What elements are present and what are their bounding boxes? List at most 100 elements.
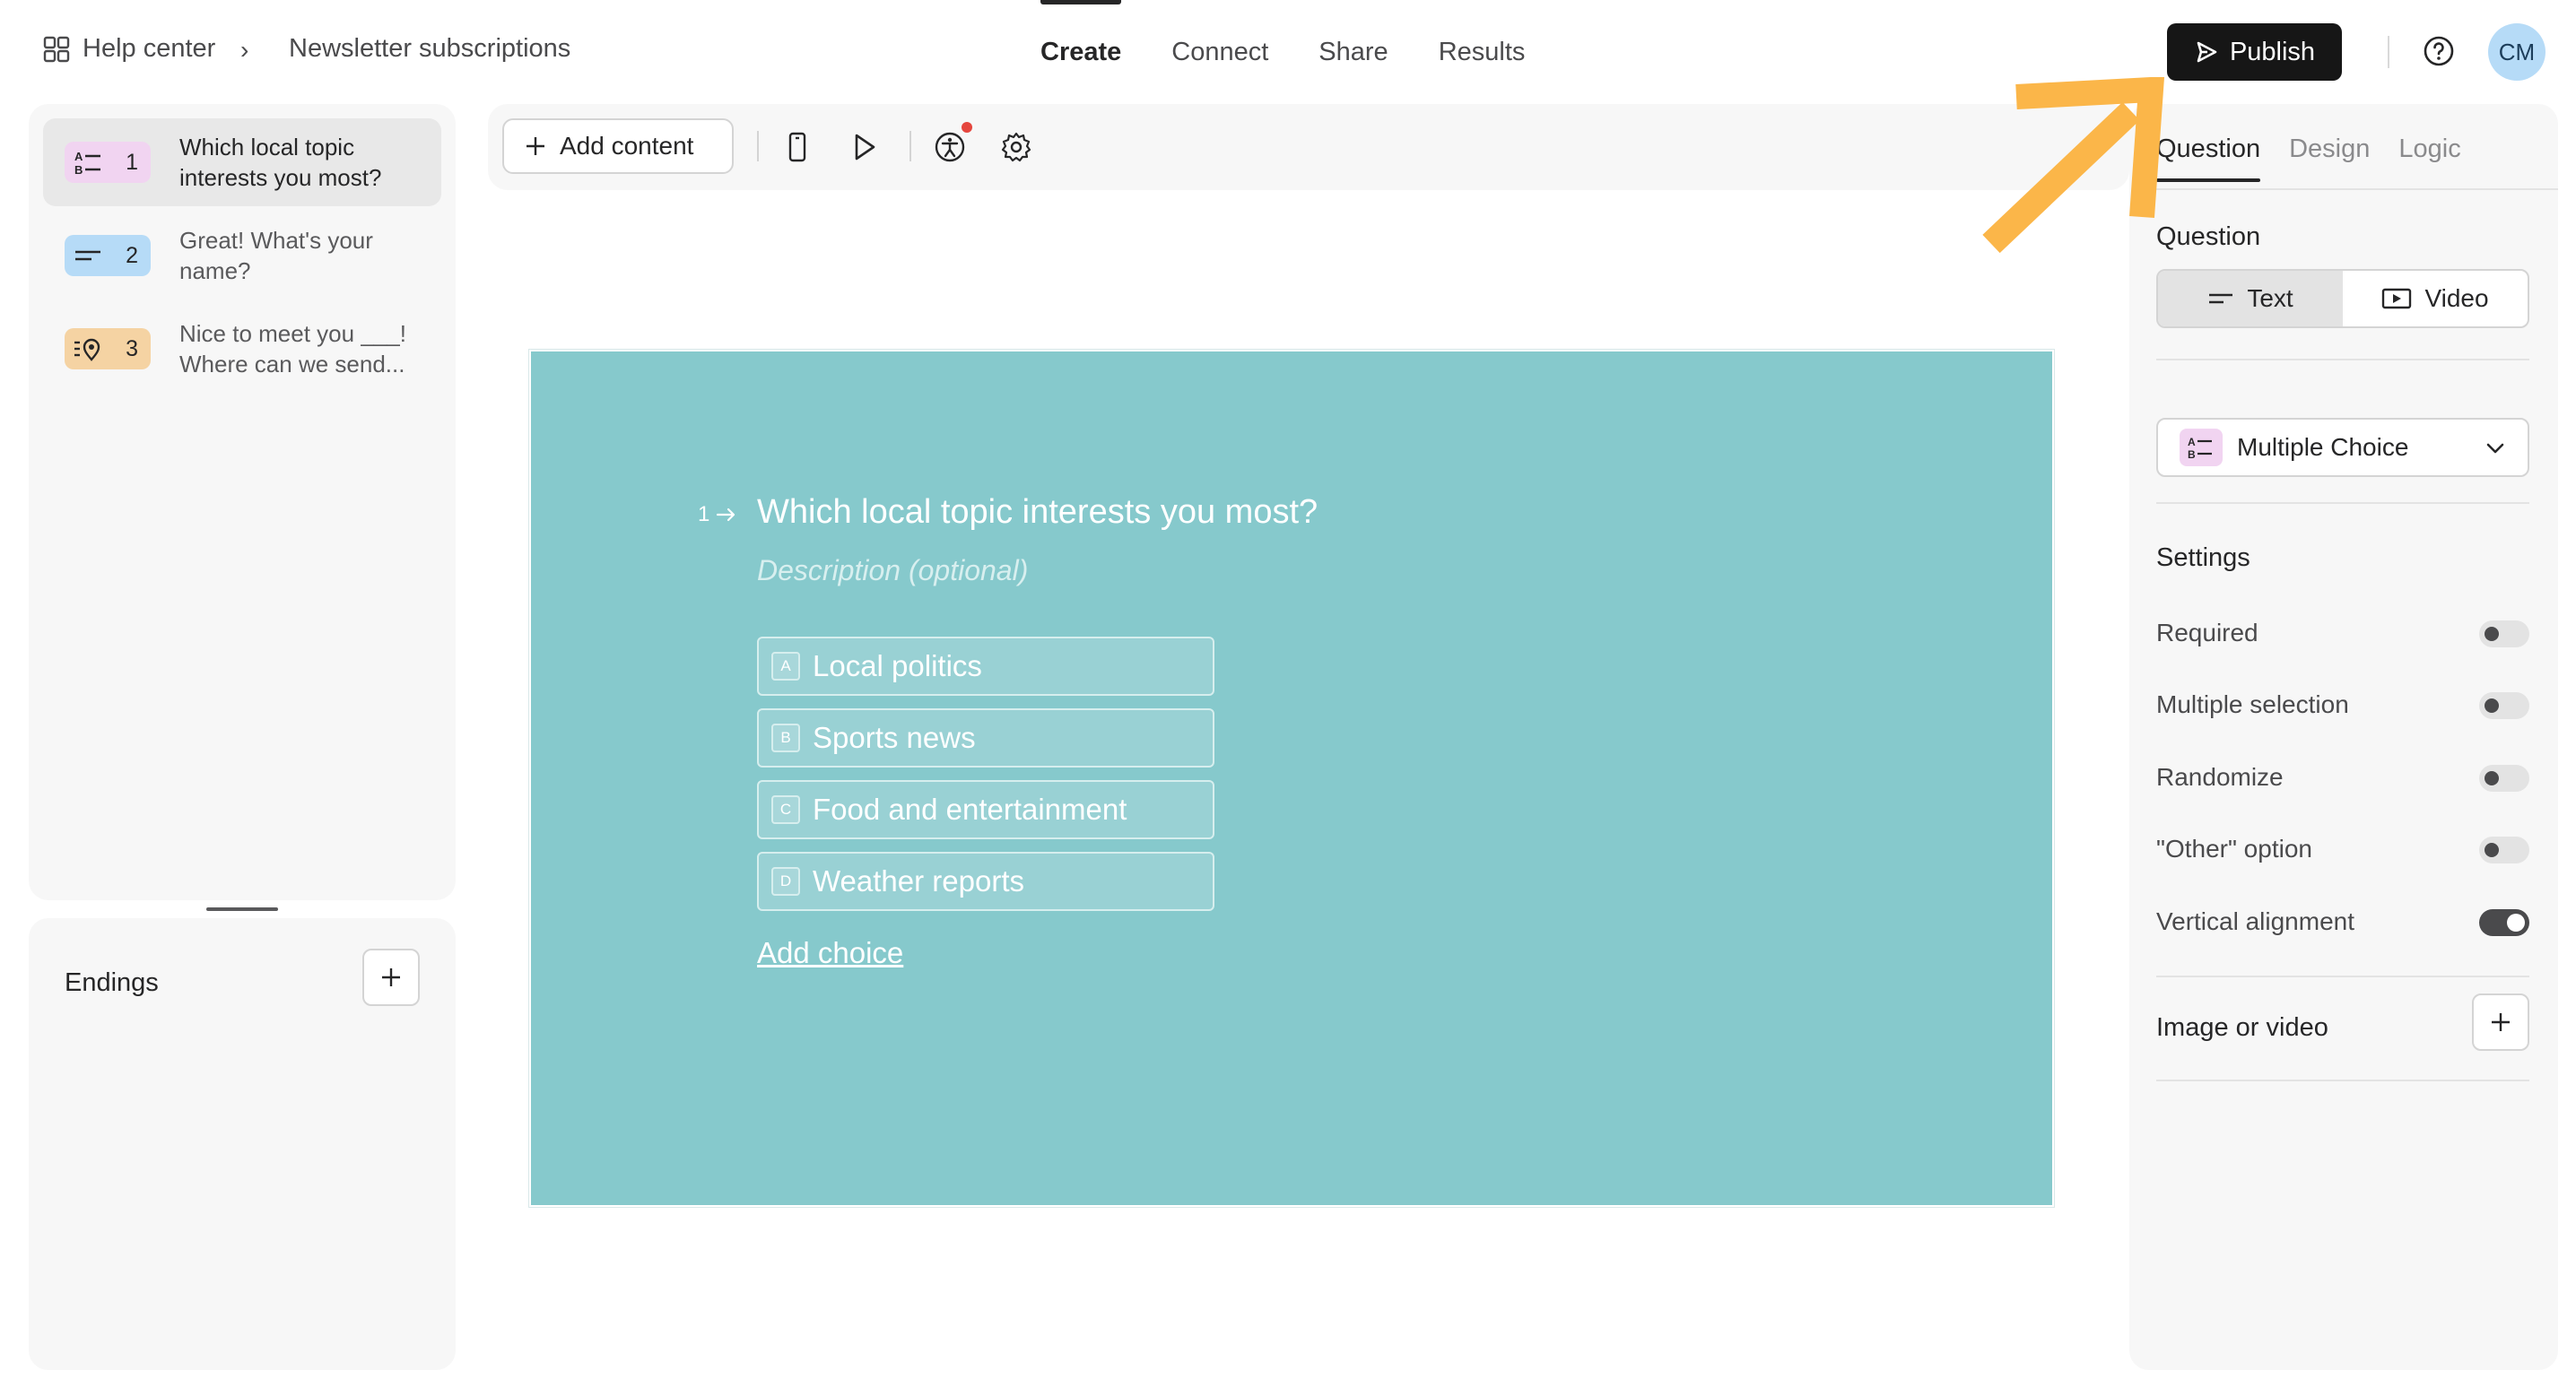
choice-label: Sports news bbox=[813, 721, 976, 754]
annotation-arrow-icon bbox=[1982, 77, 2165, 254]
section-divider bbox=[2156, 359, 2529, 360]
setting-vertical-alignment: Vertical alignment bbox=[2156, 904, 2529, 940]
format-text-button[interactable]: Text bbox=[2158, 271, 2343, 326]
setting-label: Randomize bbox=[2156, 763, 2284, 791]
choice-label: Local politics bbox=[813, 649, 982, 682]
question-number-indicator: 1 bbox=[698, 502, 738, 527]
choice-option[interactable]: B Sports news bbox=[757, 708, 1214, 768]
add-choice-link[interactable]: Add choice bbox=[757, 936, 903, 970]
question-title[interactable]: Which local topic interests you most? bbox=[757, 493, 1318, 532]
question-number: 1 bbox=[126, 149, 138, 175]
toolbar-divider bbox=[757, 131, 759, 161]
editor-toolbar: Add content bbox=[488, 104, 2129, 190]
format-video-label: Video bbox=[2424, 284, 2489, 312]
video-icon bbox=[2382, 288, 2412, 309]
question-list-panel: A B 1 Which local topic interests you mo… bbox=[29, 104, 456, 900]
question-badge: 2 bbox=[65, 235, 151, 276]
header-divider bbox=[2388, 36, 2389, 68]
tab-logic[interactable]: Logic bbox=[2398, 134, 2460, 182]
multiple-choice-icon: A B bbox=[74, 150, 100, 176]
panel-resize-handle[interactable] bbox=[206, 907, 278, 911]
setting-required: Required bbox=[2156, 615, 2529, 651]
main-nav-tabs: Create Connect Share Results bbox=[1040, 0, 1575, 104]
svg-text:B: B bbox=[74, 163, 83, 176]
tab-create[interactable]: Create bbox=[1040, 0, 1122, 104]
add-media-button[interactable] bbox=[2472, 993, 2529, 1051]
svg-text:A: A bbox=[2188, 436, 2196, 448]
publish-label: Publish bbox=[2229, 37, 2316, 66]
question-circle-icon[interactable] bbox=[2422, 34, 2456, 68]
question-number: 3 bbox=[126, 335, 138, 361]
publish-button[interactable]: Publish bbox=[2167, 23, 2342, 81]
tab-connect[interactable]: Connect bbox=[1171, 0, 1268, 104]
question-number: 1 bbox=[698, 502, 710, 526]
setting-label: Required bbox=[2156, 619, 2258, 646]
chevron-down-icon bbox=[2486, 443, 2504, 454]
settings-gear-icon[interactable] bbox=[999, 130, 1033, 164]
choice-key: D bbox=[771, 867, 800, 896]
question-type-dropdown[interactable]: A B Multiple Choice bbox=[2156, 418, 2529, 477]
other-option-toggle[interactable] bbox=[2479, 837, 2529, 863]
toolbar-divider bbox=[909, 131, 911, 161]
setting-label: "Other" option bbox=[2156, 835, 2312, 863]
tabs-underline bbox=[2156, 188, 2558, 190]
setting-other-option: "Other" option bbox=[2156, 831, 2529, 867]
format-video-button[interactable]: Video bbox=[2343, 271, 2528, 326]
send-icon bbox=[2197, 41, 2217, 63]
choice-option[interactable]: D Weather reports bbox=[757, 852, 1214, 911]
choice-label: Weather reports bbox=[813, 864, 1024, 898]
top-bar: Help center › Newsletter subscriptions C… bbox=[0, 0, 2576, 104]
svg-text:A: A bbox=[74, 150, 83, 163]
short-text-icon bbox=[75, 250, 100, 261]
question-item-text: Great! What's your name? bbox=[179, 227, 373, 284]
settings-section-label: Settings bbox=[2156, 543, 2250, 572]
multiple-selection-toggle[interactable] bbox=[2479, 692, 2529, 719]
question-item-text: Which local topic interests you most? bbox=[179, 134, 382, 191]
settings-tabs: Question Design Logic bbox=[2156, 134, 2490, 182]
required-toggle[interactable] bbox=[2479, 620, 2529, 647]
question-item-2[interactable]: 2 Great! What's your name? bbox=[43, 212, 441, 299]
section-divider bbox=[2156, 976, 2529, 977]
arrow-right-icon bbox=[717, 507, 735, 522]
plus-icon bbox=[527, 137, 544, 155]
add-content-button[interactable]: Add content bbox=[502, 118, 734, 174]
plus-icon bbox=[2492, 1013, 2510, 1031]
short-text-icon bbox=[2209, 293, 2233, 304]
user-avatar[interactable]: CM bbox=[2488, 23, 2546, 81]
breadcrumb-separator: › bbox=[240, 36, 249, 64]
format-text-label: Text bbox=[2247, 284, 2293, 312]
breadcrumb-current-page[interactable]: Newsletter subscriptions bbox=[289, 34, 570, 64]
section-divider bbox=[2156, 1080, 2529, 1081]
tab-design[interactable]: Design bbox=[2289, 134, 2370, 182]
question-preview-canvas: 1 Which local topic interests you most? … bbox=[528, 349, 2055, 1208]
question-item-3[interactable]: 3 Nice to meet you ___! Where can we sen… bbox=[43, 305, 441, 393]
choice-option[interactable]: A Local politics bbox=[757, 637, 1214, 696]
tab-results[interactable]: Results bbox=[1439, 0, 1526, 104]
notification-dot bbox=[962, 122, 972, 133]
question-item-1[interactable]: A B 1 Which local topic interests you mo… bbox=[43, 118, 441, 206]
breadcrumb-home[interactable]: Help center bbox=[43, 34, 215, 64]
tab-share[interactable]: Share bbox=[1318, 0, 1388, 104]
question-format-toggle: Text Video bbox=[2156, 269, 2529, 328]
choice-label: Food and entertainment bbox=[813, 793, 1127, 826]
vertical-alignment-toggle[interactable] bbox=[2479, 909, 2529, 936]
mobile-preview-icon[interactable] bbox=[780, 130, 814, 164]
contact-info-icon bbox=[74, 338, 100, 361]
question-number: 2 bbox=[126, 242, 138, 268]
randomize-toggle[interactable] bbox=[2479, 765, 2529, 792]
plus-icon bbox=[382, 968, 400, 986]
question-item-text: Nice to meet you ___! Where can we send.… bbox=[179, 320, 406, 377]
setting-label: Vertical alignment bbox=[2156, 907, 2355, 935]
choice-option[interactable]: C Food and entertainment bbox=[757, 780, 1214, 839]
question-description[interactable]: Description (optional) bbox=[757, 554, 1028, 587]
choice-key: A bbox=[771, 652, 800, 681]
question-type-label: Multiple Choice bbox=[2237, 433, 2409, 461]
endings-panel: Endings bbox=[29, 918, 456, 1370]
image-or-video-label: Image or video bbox=[2156, 1013, 2328, 1042]
endings-title: Endings bbox=[65, 968, 159, 997]
play-icon[interactable] bbox=[847, 130, 881, 164]
accessibility-icon[interactable] bbox=[933, 130, 967, 164]
question-type-badge: A B bbox=[2180, 429, 2223, 466]
breadcrumb-page-label: Newsletter subscriptions bbox=[289, 34, 571, 63]
add-ending-button[interactable] bbox=[362, 949, 420, 1006]
